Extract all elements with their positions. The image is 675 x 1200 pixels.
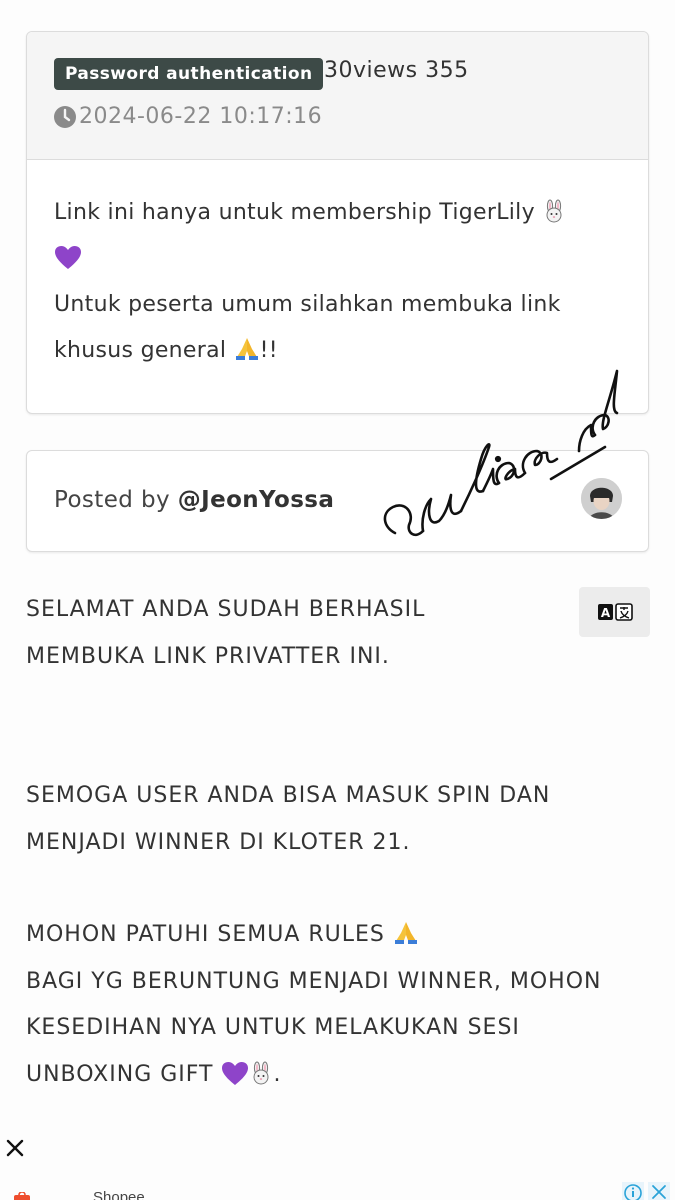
post-card: Password authentication 30views 355 2024… <box>26 31 649 414</box>
ad-banner[interactable]: Shopee <box>0 1178 675 1200</box>
post-description: Link ini hanya untuk membership TigerLil… <box>54 190 634 374</box>
avatar-image <box>581 478 622 519</box>
author-handle[interactable]: @JeonYossa <box>178 487 335 513</box>
close-icon[interactable] <box>5 1137 27 1163</box>
description-line-2 <box>54 236 634 282</box>
avatar[interactable] <box>581 478 622 519</box>
shopee-logo-icon <box>14 1192 30 1200</box>
ad-info-icon[interactable] <box>622 1182 644 1200</box>
post-card-header: Password authentication 30views 355 2024… <box>27 32 648 160</box>
description-line-1: Link ini hanya untuk membership TigerLil… <box>54 190 634 236</box>
post-date-text: 2024-06-22 10:17:16 <box>79 104 323 129</box>
clock-icon <box>54 105 76 128</box>
ad-label: Shopee <box>93 1189 145 1200</box>
posted-by: Posted by @JeonYossa <box>54 487 335 513</box>
content-paragraph-2: SEMOGA USER ANDA BISA MASUK SPIN DAN MEN… <box>26 783 551 855</box>
description-line-3: Untuk peserta umum silahkan membuka link <box>54 292 561 317</box>
post-date: 2024-06-22 10:17:16 <box>53 104 322 129</box>
author-card[interactable]: Posted by @JeonYossa <box>26 450 649 552</box>
content-paragraph-1: SELAMAT ANDA SUDAH BERHASIL MEMBUKA LINK… <box>26 597 426 669</box>
content-paragraph-3: MOHON PATUHI SEMUA RULES BAGI YG BERUNTU… <box>26 912 651 1098</box>
rabbit-emoji <box>253 1061 269 1084</box>
folded-hands-emoji <box>394 922 417 944</box>
purple-heart-emoji <box>55 246 81 269</box>
ad-close-icon[interactable] <box>648 1182 670 1200</box>
rabbit-emoji <box>546 199 562 223</box>
folded-hands-emoji <box>235 338 258 360</box>
auth-badge: Password authentication <box>54 58 324 90</box>
view-count: 30views 355 <box>324 58 469 83</box>
purple-heart-emoji <box>222 1061 249 1085</box>
description-line-4: khusus general !! <box>54 328 634 374</box>
